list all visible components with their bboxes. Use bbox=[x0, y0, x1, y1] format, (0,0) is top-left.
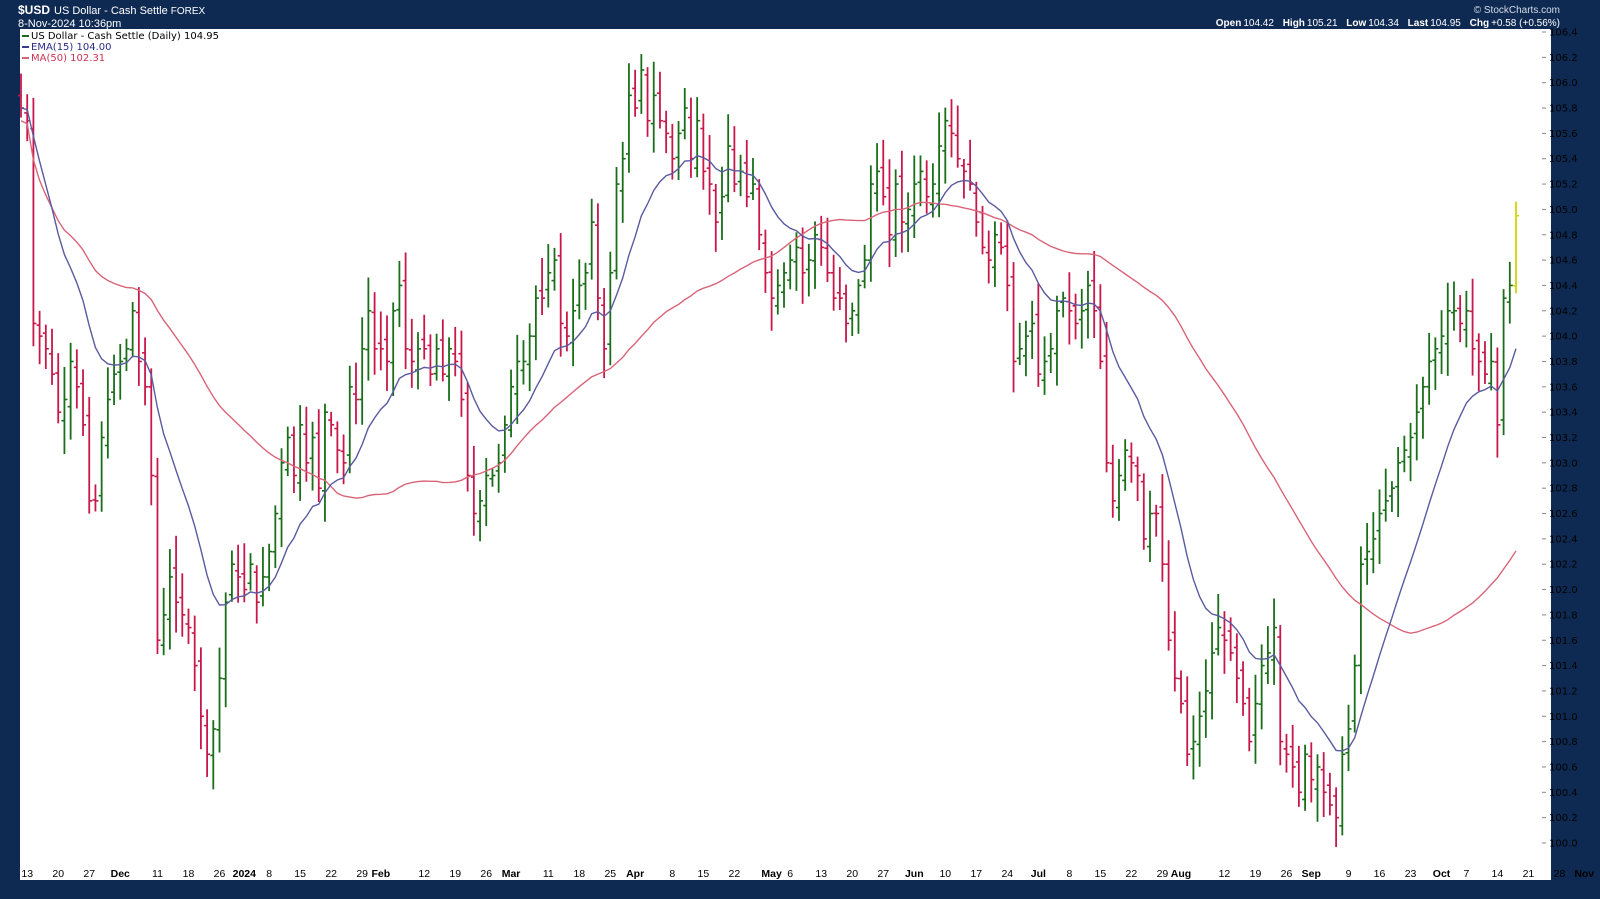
x-tick-label: Jun bbox=[905, 868, 924, 880]
x-tick-label: 15 bbox=[698, 868, 710, 880]
x-tick-label: Sep bbox=[1302, 868, 1321, 880]
y-tick-label: 104.0 bbox=[1549, 332, 1578, 343]
x-tick-label: 27 bbox=[877, 868, 889, 880]
x-tick-label: May bbox=[761, 868, 782, 880]
legend-ema: EMA(15) 104.00 bbox=[22, 42, 219, 53]
x-tick-label: 2024 bbox=[233, 868, 257, 880]
x-tick-label: 6 bbox=[787, 868, 793, 880]
x-tick-label: Feb bbox=[371, 868, 390, 880]
price-chart[interactable]: 106.4 106.2 106.0 105.8 105.6 105.4 105.2 105.0… bbox=[0, 0, 1600, 899]
x-tick-label: 20 bbox=[52, 868, 64, 880]
x-tick-label: 26 bbox=[480, 868, 492, 880]
y-tick-label: 106.4 bbox=[1549, 28, 1578, 39]
x-tick-label: 21 bbox=[1523, 868, 1535, 880]
legend-price-swatch bbox=[22, 35, 29, 37]
legend-price: US Dollar - Cash Settle (Daily) 104.95 bbox=[22, 31, 219, 42]
legend-ma-label: MA(50) 102.31 bbox=[31, 53, 106, 64]
y-tick-label: 104.4 bbox=[1549, 281, 1578, 292]
x-tick-label: 16 bbox=[1374, 868, 1386, 880]
y-tick-label: 105.4 bbox=[1549, 154, 1578, 165]
x-tick-label: 17 bbox=[970, 868, 982, 880]
legend-ma-swatch bbox=[22, 57, 29, 59]
y-tick-label: 103.6 bbox=[1549, 382, 1578, 393]
y-tick-label: 105.8 bbox=[1549, 104, 1578, 115]
y-tick-label: 103.4 bbox=[1549, 408, 1578, 419]
x-tick-label: Dec bbox=[111, 868, 130, 880]
plot-area[interactable] bbox=[20, 29, 1551, 880]
legend-ema-label: EMA(15) 104.00 bbox=[31, 42, 112, 53]
x-tick-label: 29 bbox=[1157, 868, 1169, 880]
y-tick-label: 104.6 bbox=[1549, 256, 1578, 267]
y-tick-label: 102.2 bbox=[1549, 560, 1578, 571]
x-tick-label: 14 bbox=[1492, 868, 1504, 880]
x-tick-label: 25 bbox=[604, 868, 616, 880]
y-tick-label: 102.4 bbox=[1549, 534, 1578, 545]
x-tick-label: 19 bbox=[449, 868, 461, 880]
x-tick-label: 22 bbox=[1126, 868, 1138, 880]
x-tick-label: 22 bbox=[325, 868, 337, 880]
x-tick-label: 12 bbox=[1219, 868, 1231, 880]
x-tick-label: 10 bbox=[939, 868, 951, 880]
y-tick-label: 103.8 bbox=[1549, 357, 1578, 368]
x-tick-label: 12 bbox=[418, 868, 430, 880]
x-tick-label: Nov bbox=[1574, 868, 1594, 880]
y-tick-label: 105.6 bbox=[1549, 129, 1578, 140]
y-tick-label: 101.2 bbox=[1549, 686, 1578, 697]
x-tick-label: Apr bbox=[626, 868, 644, 880]
y-tick-label: 102.0 bbox=[1549, 585, 1578, 596]
x-tick-label: 8 bbox=[1066, 868, 1072, 880]
x-tick-label: 13 bbox=[815, 868, 827, 880]
x-tick-label: 26 bbox=[214, 868, 226, 880]
x-tick-label: 24 bbox=[1001, 868, 1013, 880]
y-tick-label: 100.6 bbox=[1549, 762, 1578, 773]
x-tick-label: 13 bbox=[21, 868, 33, 880]
y-tick-label: 106.2 bbox=[1549, 53, 1578, 64]
y-tick-label: 100.8 bbox=[1549, 737, 1578, 748]
x-tick-label: 22 bbox=[729, 868, 741, 880]
chart-legend: US Dollar - Cash Settle (Daily) 104.95 E… bbox=[22, 31, 219, 64]
x-tick-label: 15 bbox=[294, 868, 306, 880]
x-tick-label: Jul bbox=[1031, 868, 1046, 880]
y-tick-label: 100.0 bbox=[1549, 839, 1578, 850]
y-tick-label: 105.2 bbox=[1549, 180, 1578, 191]
x-tick-label: 23 bbox=[1405, 868, 1417, 880]
x-tick-label: 15 bbox=[1095, 868, 1107, 880]
x-tick-label: 26 bbox=[1281, 868, 1293, 880]
legend-ma: MA(50) 102.31 bbox=[22, 53, 219, 64]
x-tick-label: 18 bbox=[573, 868, 585, 880]
y-tick-label: 102.8 bbox=[1549, 484, 1578, 495]
x-tick-label: 7 bbox=[1463, 868, 1469, 880]
y-tick-label: 103.0 bbox=[1549, 458, 1578, 469]
y-tick-label: 100.2 bbox=[1549, 813, 1578, 824]
x-tick-label: Oct bbox=[1433, 868, 1451, 880]
y-tick-label: 100.4 bbox=[1549, 788, 1578, 799]
x-tick-label: 19 bbox=[1250, 868, 1262, 880]
y-tick-label: 101.6 bbox=[1549, 636, 1578, 647]
x-tick-label: 8 bbox=[266, 868, 272, 880]
x-tick-label: 27 bbox=[83, 868, 95, 880]
legend-ema-swatch bbox=[22, 46, 29, 48]
legend-price-label: US Dollar - Cash Settle (Daily) 104.95 bbox=[31, 31, 219, 42]
y-tick-label: 104.8 bbox=[1549, 230, 1578, 241]
x-tick-label: 29 bbox=[356, 868, 368, 880]
x-tick-label: 9 bbox=[1346, 868, 1352, 880]
x-tick-label: 28 bbox=[1554, 868, 1566, 880]
x-tick-label: 18 bbox=[183, 868, 195, 880]
x-tick-label: 20 bbox=[846, 868, 858, 880]
y-tick-label: 102.6 bbox=[1549, 509, 1578, 520]
x-tick-label: 11 bbox=[543, 868, 554, 880]
y-tick-label: 103.2 bbox=[1549, 433, 1578, 444]
x-tick-label: Mar bbox=[502, 868, 521, 880]
y-tick-label: 104.2 bbox=[1549, 306, 1578, 317]
y-tick-label: 106.0 bbox=[1549, 78, 1578, 89]
x-tick-label: 8 bbox=[669, 868, 675, 880]
y-tick-label: 101.0 bbox=[1549, 712, 1578, 723]
x-tick-label: 11 bbox=[152, 868, 163, 880]
y-tick-label: 105.0 bbox=[1549, 205, 1578, 216]
x-tick-label: Aug bbox=[1171, 868, 1191, 880]
y-tick-label: 101.8 bbox=[1549, 610, 1578, 621]
y-tick-label: 101.4 bbox=[1549, 661, 1578, 672]
